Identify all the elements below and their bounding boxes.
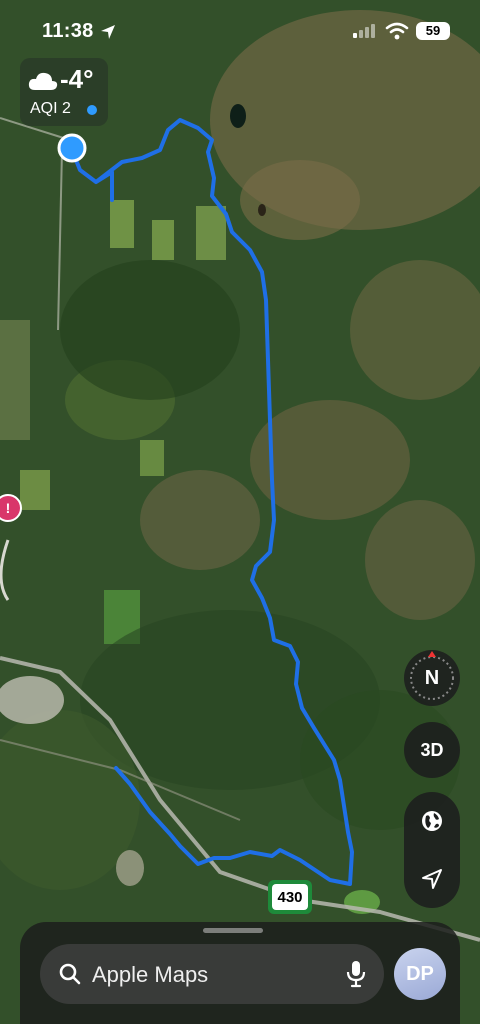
map-options-stack: [404, 792, 460, 908]
avatar-initials: DP: [406, 962, 434, 985]
temperature: -4°: [60, 64, 94, 94]
compass-ring-icon: [410, 651, 454, 700]
battery-level: 59: [416, 22, 450, 40]
aqi-status-dot: [87, 105, 97, 115]
globe-icon: [422, 811, 442, 831]
current-location-dot: [57, 133, 87, 163]
microphone-icon[interactable]: [346, 960, 366, 988]
route-number: 430: [272, 884, 308, 910]
location-arrow-outline-icon: [422, 869, 442, 889]
cloud-icon: [28, 72, 58, 90]
sheet-grabber-handle[interactable]: [203, 928, 263, 933]
wifi-icon: [385, 22, 409, 40]
3d-view-label: 3D: [420, 739, 444, 760]
bottom-sheet[interactable]: Apple Maps DP: [20, 922, 460, 1024]
location-arrow-icon: [101, 25, 115, 39]
status-bar: 11:38 59: [0, 0, 480, 60]
search-icon: [59, 963, 81, 985]
recenter-location-button[interactable]: [404, 851, 460, 907]
map-mode-button[interactable]: [404, 793, 460, 849]
air-quality-index: AQI 2: [30, 100, 71, 117]
search-bar[interactable]: Apple Maps: [40, 944, 384, 1004]
search-placeholder: Apple Maps: [92, 962, 209, 987]
compass-button[interactable]: N: [404, 650, 460, 706]
cellular-signal-icon: [353, 24, 375, 38]
clock-time: 11:38: [42, 20, 94, 42]
route-shield: 430: [268, 880, 312, 914]
3d-view-button[interactable]: 3D: [404, 722, 460, 778]
weather-widget[interactable]: -4° AQI 2: [20, 58, 108, 126]
profile-avatar[interactable]: DP: [394, 948, 446, 1000]
